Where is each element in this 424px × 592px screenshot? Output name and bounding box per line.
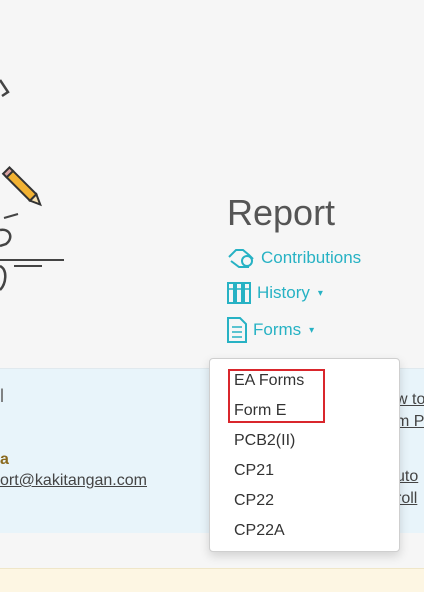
chevron-down-icon: ▾ [309,324,315,336]
history-link[interactable]: History ▾ [227,282,323,304]
header-section: Report Contributions History ▾ Forms ▾ [0,0,424,368]
document-list-icon [227,317,247,343]
menu-item-cp22[interactable]: CP22 [234,492,274,510]
contributions-link[interactable]: Contributions [227,245,361,271]
forms-label: Forms [253,320,302,339]
menu-item-pcb2[interactable]: PCB2(II) [234,432,295,450]
support-email-link[interactable]: ort@kakitangan.com [0,472,147,490]
history-label: History [257,283,310,302]
menu-item-cp21[interactable]: CP21 [234,462,274,480]
menu-item-ea-forms[interactable]: EA Forms [234,372,304,390]
binders-icon [227,282,251,304]
menu-item-form-e[interactable]: Form E [234,402,286,420]
forms-link[interactable]: Forms ▾ [227,317,314,343]
divider-fragment: l [0,386,4,406]
right-link-fragment-1[interactable]: w to [396,391,424,409]
signing-illustration [0,79,64,291]
forms-dropdown-menu: EA Forms Form E PCB2(II) CP21 CP22 CP22A [209,358,400,552]
contributions-label: Contributions [261,248,362,267]
contact-name-fragment: a [0,451,9,468]
report-title: Report [227,192,336,233]
chevron-down-icon: ▾ [317,287,323,299]
menu-item-cp22a[interactable]: CP22A [234,522,285,540]
right-link-fragment-2[interactable]: m P [396,413,424,431]
hand-coins-icon [227,245,255,271]
notice-band [0,568,424,592]
